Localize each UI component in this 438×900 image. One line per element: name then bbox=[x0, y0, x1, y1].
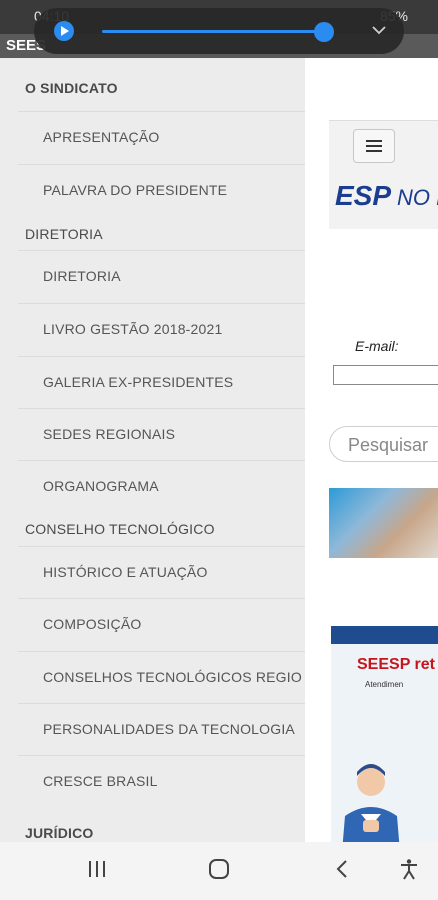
play-button[interactable] bbox=[54, 21, 74, 41]
section-conselho-tecnologico[interactable]: CONSELHO TECNOLÓGICO bbox=[25, 521, 215, 537]
menu-item-composicao[interactable]: COMPOSIÇÃO bbox=[18, 598, 305, 651]
menu-item-palavra-do-presidente[interactable]: PALAVRA DO PRESIDENTE bbox=[18, 164, 305, 217]
menu-item-label: GALERIA EX-PRESIDENTES bbox=[43, 374, 234, 390]
menu-item-label: COMPOSIÇÃO bbox=[43, 616, 142, 632]
menu-item-organograma[interactable]: ORGANOGRAMA bbox=[18, 460, 305, 513]
play-icon bbox=[61, 26, 69, 36]
menu-item-conselhos-tecnologicos-regionais[interactable]: CONSELHOS TECNOLÓGICOS REGIO bbox=[18, 651, 305, 704]
menu-item-personalidades-da-tecnologia[interactable]: PERSONALIDADES DA TECNOLOGIA bbox=[18, 703, 305, 756]
section-juridico[interactable]: JURÍDICO bbox=[25, 825, 94, 841]
chevron-down-icon[interactable] bbox=[371, 22, 387, 38]
search-placeholder: Pesquisar bbox=[348, 435, 429, 455]
section-o-sindicato[interactable]: O SINDICATO bbox=[25, 80, 118, 96]
news-image[interactable] bbox=[329, 488, 438, 558]
person-illustration bbox=[342, 764, 400, 842]
media-control-overlay bbox=[34, 8, 404, 54]
banner-subtitle: Atendimen bbox=[365, 680, 404, 689]
hamburger-icon bbox=[366, 140, 382, 142]
seek-bar[interactable] bbox=[102, 30, 326, 33]
menu-item-diretoria[interactable]: DIRETORIA bbox=[18, 250, 305, 303]
logo-rest: NO E bbox=[397, 185, 438, 210]
email-field[interactable] bbox=[333, 365, 438, 385]
hamburger-menu-button[interactable] bbox=[353, 129, 395, 163]
menu-item-cresce-brasil[interactable]: CRESCE BRASIL bbox=[18, 755, 305, 808]
site-logo[interactable]: ESPNO E bbox=[335, 180, 438, 212]
logo-main: ESP bbox=[335, 180, 392, 211]
menu-item-historico-e-atuacao[interactable]: HISTÓRICO E ATUAÇÃO bbox=[18, 546, 305, 599]
menu-item-galeria-ex-presidentes[interactable]: GALERIA EX-PRESIDENTES bbox=[18, 356, 305, 409]
search-input[interactable]: Pesquisar bbox=[329, 426, 438, 462]
back-icon[interactable] bbox=[332, 858, 352, 880]
menu-item-livro-gestao[interactable]: LIVRO GESTÃO 2018-2021 bbox=[18, 303, 305, 356]
section-diretoria[interactable]: DIRETORIA bbox=[25, 226, 103, 242]
menu-item-label: HISTÓRICO E ATUAÇÃO bbox=[43, 564, 208, 580]
menu-item-label: PERSONALIDADES DA TECNOLOGIA bbox=[43, 721, 295, 737]
menu-item-sedes-regionais[interactable]: SEDES REGIONAIS bbox=[18, 408, 305, 461]
menu-item-apresentacao[interactable]: APRESENTAÇÃO bbox=[18, 111, 305, 164]
recent-apps-icon[interactable] bbox=[86, 858, 108, 880]
menu-item-label: CRESCE BRASIL bbox=[43, 773, 158, 789]
system-nav-bar bbox=[0, 842, 438, 900]
menu-item-label: DIRETORIA bbox=[43, 268, 121, 284]
menu-item-label: PALAVRA DO PRESIDENTE bbox=[43, 182, 228, 198]
site-header bbox=[329, 120, 438, 229]
menu-item-label: SEDES REGIONAIS bbox=[43, 426, 176, 442]
banner-title: SEESP ret bbox=[357, 656, 435, 673]
menu-item-label: ORGANOGRAMA bbox=[43, 478, 159, 494]
accessibility-icon[interactable] bbox=[398, 858, 420, 880]
hamburger-icon-bar bbox=[366, 150, 382, 152]
hamburger-icon-bar bbox=[366, 145, 382, 147]
home-icon[interactable] bbox=[208, 858, 230, 880]
website-content: ESPNO E E-mail: Pesquisar SEESP ret Aten… bbox=[305, 58, 438, 842]
menu-item-label: CONSELHOS TECNOLÓGICOS REGIO bbox=[43, 669, 302, 685]
menu-item-label: LIVRO GESTÃO 2018-2021 bbox=[43, 321, 223, 337]
banner-image[interactable]: SEESP ret Atendimen bbox=[331, 626, 438, 842]
seek-handle[interactable] bbox=[314, 22, 334, 42]
menu-item-label: APRESENTAÇÃO bbox=[43, 129, 160, 145]
email-label: E-mail: bbox=[355, 338, 399, 354]
navigation-drawer: O SINDICATO APRESENTAÇÃO PALAVRA DO PRES… bbox=[0, 58, 305, 842]
